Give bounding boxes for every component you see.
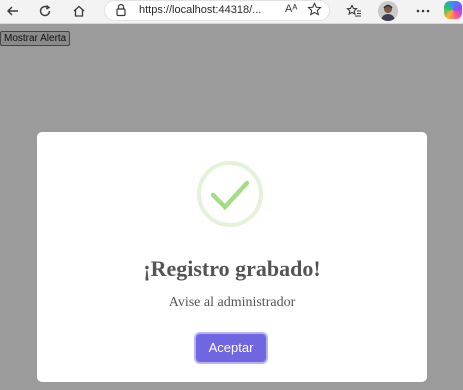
show-alert-button[interactable]: Mostrar Alerta	[0, 31, 71, 46]
copilot-icon[interactable]	[444, 1, 462, 19]
url-text: https://localhost:44318/...	[139, 4, 262, 16]
alert-dialog: ¡Registro grabado! Avise al administrado…	[37, 132, 427, 382]
favorite-star-icon[interactable]	[307, 2, 323, 18]
more-options-icon[interactable]	[412, 1, 434, 21]
dialog-text: Avise al administrador	[168, 295, 296, 310]
address-bar[interactable]: https://localhost:44318/... Aᴬ	[104, 0, 330, 21]
profile-avatar[interactable]	[378, 1, 398, 21]
refresh-icon[interactable]	[34, 1, 56, 21]
read-aloud-icon[interactable]: Aᴬ	[285, 3, 297, 15]
lock-icon	[115, 3, 129, 19]
home-icon[interactable]	[68, 1, 90, 21]
accept-button[interactable]: Aceptar	[196, 334, 266, 362]
favorites-list-icon[interactable]	[343, 1, 365, 21]
dialog-title: ¡Registro grabado!	[143, 256, 321, 281]
back-icon[interactable]	[2, 1, 24, 21]
browser-toolbar: https://localhost:44318/... Aᴬ	[0, 0, 463, 24]
success-check-icon	[197, 161, 263, 227]
